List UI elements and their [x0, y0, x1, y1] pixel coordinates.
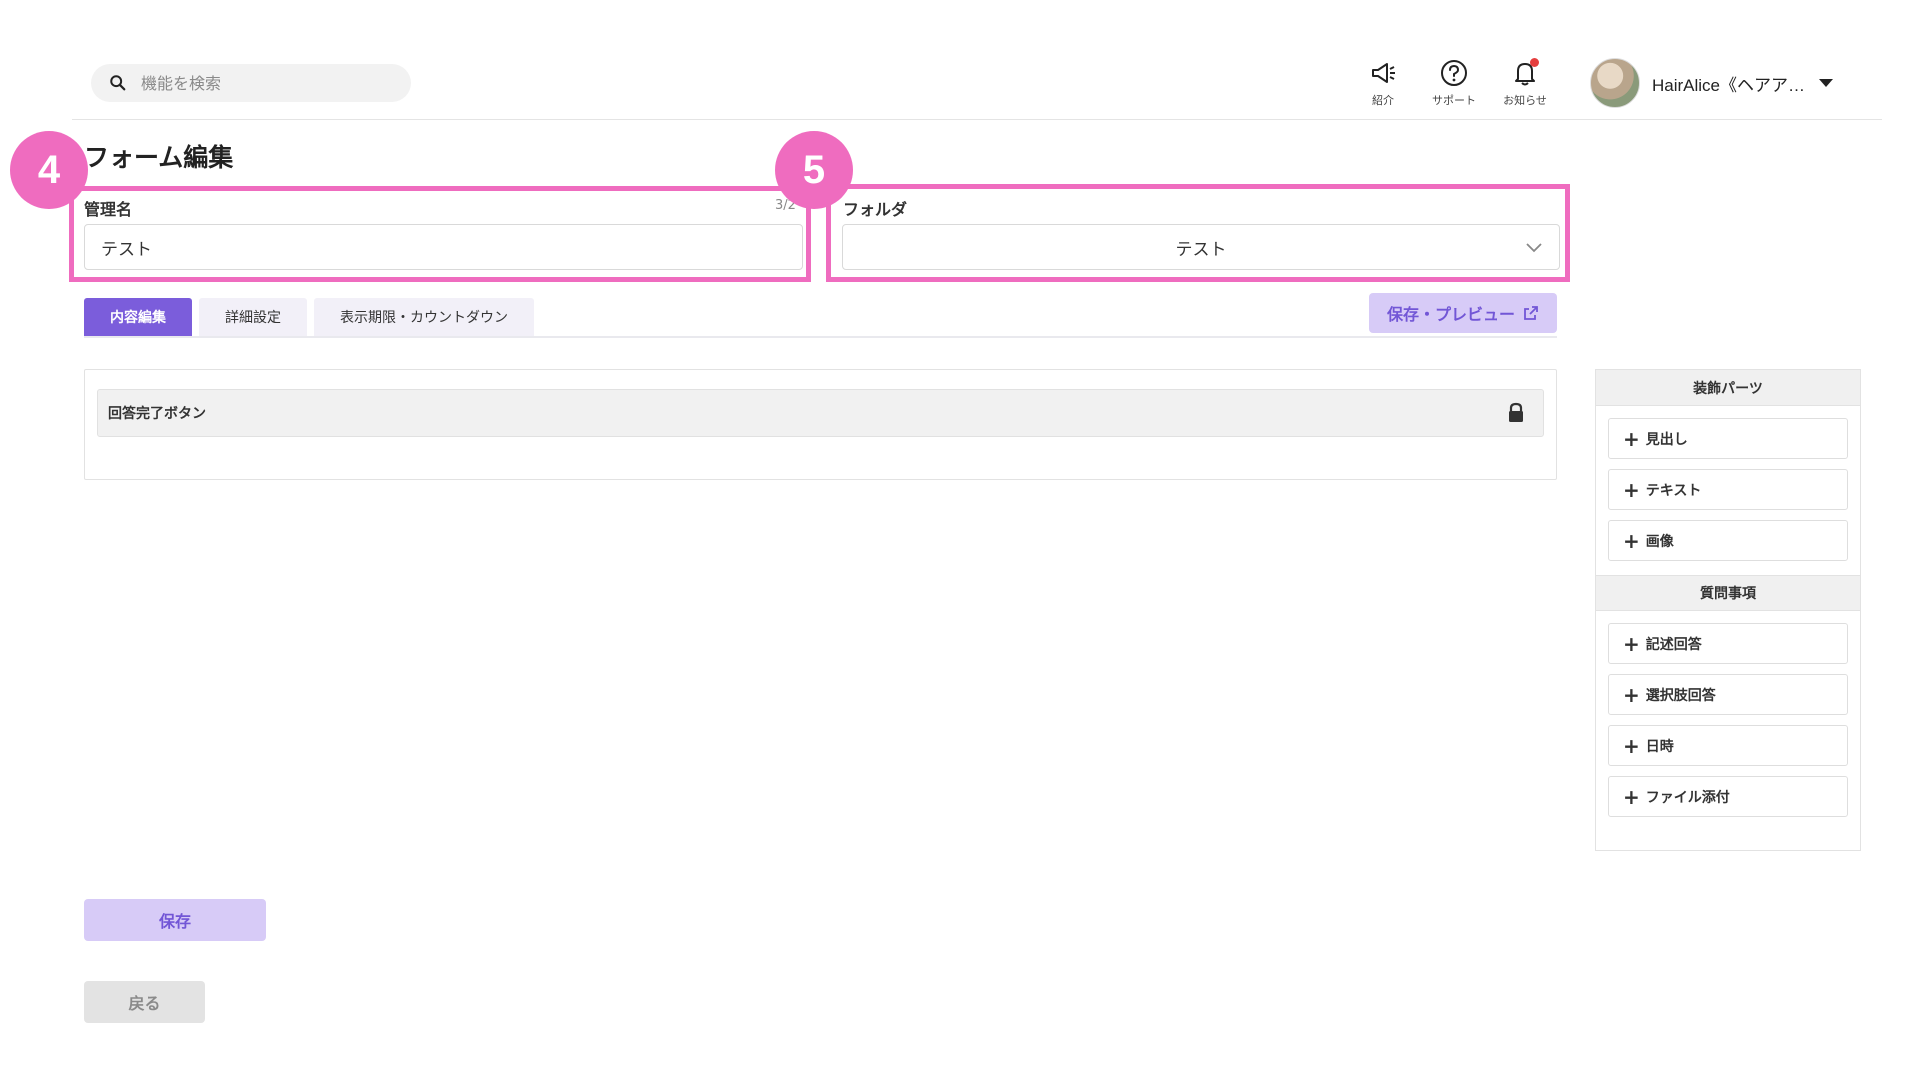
add-choice-answer-button[interactable]: + 選択肢回答	[1608, 674, 1848, 715]
add-image-button[interactable]: + 画像	[1608, 520, 1848, 561]
form-item-label: 回答完了ボタン	[108, 406, 206, 422]
save-preview-label: 保存・プレビュー	[1386, 305, 1515, 324]
lock-icon	[1509, 402, 1523, 422]
plus-icon: +	[1623, 426, 1640, 451]
save-button[interactable]: 保存	[84, 899, 266, 941]
question-parts-list: + 記述回答 + 選択肢回答 + 日時 + ファイル添付	[1596, 611, 1860, 831]
support-label: サポート	[1432, 94, 1476, 107]
plus-icon: +	[1623, 631, 1640, 656]
part-label: 見出し	[1645, 431, 1688, 448]
folder-label: フォルダ	[843, 200, 908, 219]
add-datetime-button[interactable]: + 日時	[1608, 725, 1848, 766]
external-link-icon	[1524, 306, 1538, 320]
add-free-text-answer-button[interactable]: + 記述回答	[1608, 623, 1848, 664]
name-input[interactable]	[84, 224, 803, 270]
plus-icon: +	[1623, 528, 1640, 553]
tabs-underline	[84, 336, 1557, 338]
megaphone-icon	[1372, 63, 1395, 83]
referral-label: 紹介	[1372, 94, 1394, 107]
caret-down-icon	[1819, 79, 1834, 87]
add-text-button[interactable]: + テキスト	[1608, 469, 1848, 510]
part-label: 記述回答	[1645, 636, 1702, 653]
header-divider	[72, 119, 1882, 120]
back-button[interactable]: 戻る	[84, 981, 205, 1023]
search-bar[interactable]	[91, 64, 411, 102]
form-content-area: 回答完了ボタン	[84, 369, 1557, 480]
tab-detail-settings[interactable]: 詳細設定	[199, 298, 307, 336]
name-label: 管理名	[84, 200, 133, 219]
form-item-submit-button[interactable]: 回答完了ボタン	[97, 389, 1544, 437]
plus-icon: +	[1623, 682, 1640, 707]
page-title: フォーム編集	[84, 143, 234, 172]
notifications-label: お知らせ	[1503, 94, 1547, 107]
account-name: HairAlice《ヘアア…	[1652, 75, 1806, 95]
part-label: ファイル添付	[1645, 789, 1730, 806]
part-label: テキスト	[1645, 482, 1702, 499]
annotation-marker-5: 5	[775, 131, 853, 209]
annotation-marker-4: 4	[10, 131, 88, 209]
notification-badge	[1530, 58, 1539, 67]
question-parts-header: 質問事項	[1596, 575, 1860, 611]
account-menu[interactable]: HairAlice《ヘアア…	[1590, 58, 1834, 108]
search-input[interactable]	[141, 73, 401, 93]
avatar	[1590, 58, 1640, 108]
tab-display-period[interactable]: 表示期限・カウントダウン	[314, 298, 534, 336]
tab-bar: 内容編集 詳細設定 表示期限・カウントダウン	[84, 298, 541, 336]
help-icon	[1441, 60, 1467, 86]
folder-select-value: テスト	[1175, 239, 1227, 260]
notifications-button[interactable]: お知らせ	[1490, 58, 1560, 108]
referral-button[interactable]: 紹介	[1348, 58, 1418, 108]
chevron-down-icon	[1526, 243, 1542, 253]
part-label: 画像	[1645, 533, 1674, 550]
decoration-parts-list: + 見出し + テキスト + 画像	[1596, 406, 1860, 575]
tab-content-edit[interactable]: 内容編集	[84, 298, 192, 336]
plus-icon: +	[1623, 784, 1640, 809]
add-heading-button[interactable]: + 見出し	[1608, 418, 1848, 459]
part-label: 選択肢回答	[1645, 687, 1716, 704]
search-icon	[110, 75, 126, 91]
folder-select[interactable]: テスト	[842, 224, 1560, 270]
parts-panel: 装飾パーツ + 見出し + テキスト + 画像 質問事項 + 記述回答 + 選択…	[1595, 369, 1861, 851]
add-file-attachment-button[interactable]: + ファイル添付	[1608, 776, 1848, 817]
plus-icon: +	[1623, 733, 1640, 758]
support-button[interactable]: サポート	[1419, 58, 1489, 108]
plus-icon: +	[1623, 477, 1640, 502]
decoration-parts-header: 装飾パーツ	[1596, 370, 1860, 406]
save-preview-button[interactable]: 保存・プレビュー	[1369, 293, 1557, 333]
part-label: 日時	[1645, 738, 1674, 755]
